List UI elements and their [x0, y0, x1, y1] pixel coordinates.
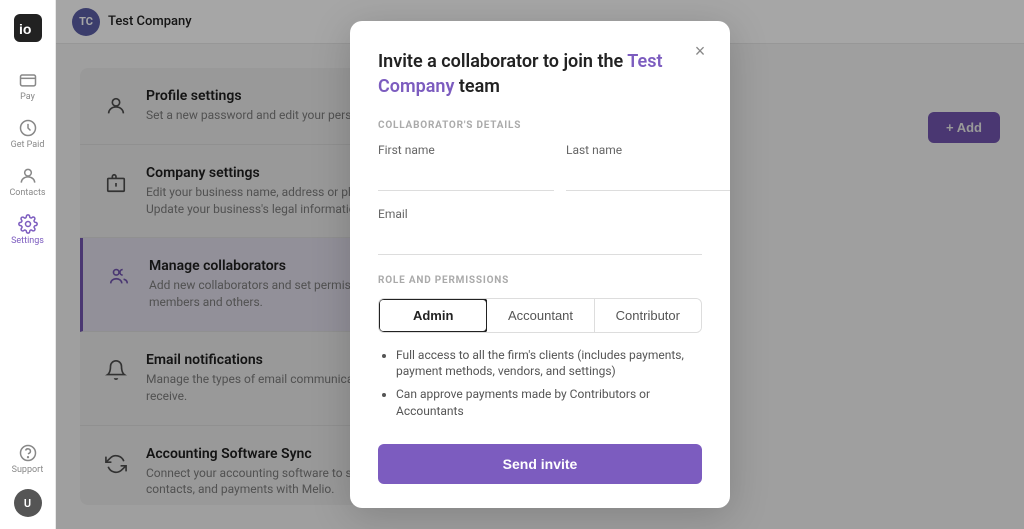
permission-item-0: Full access to all the firm's clients (i…: [396, 347, 702, 381]
invite-collaborator-modal: × Invite a collaborator to join the Test…: [350, 21, 730, 508]
role-accountant-button[interactable]: Accountant: [487, 299, 594, 332]
email-field: Email: [378, 207, 702, 255]
collaborator-details-header: COLLABORATOR'S DETAILS: [378, 120, 702, 131]
role-section: ROLE AND PERMISSIONS Admin Accountant Co…: [378, 275, 702, 420]
main-content: TC Test Company Profile settings Set a n…: [56, 0, 1024, 529]
sidebar-bottom: Support U: [4, 437, 52, 529]
app-logo: io: [12, 12, 44, 44]
first-name-field: First name: [378, 143, 554, 191]
email-input[interactable]: [378, 227, 702, 255]
user-avatar[interactable]: U: [14, 489, 42, 517]
last-name-field: Last name: [566, 143, 730, 191]
role-admin-button[interactable]: Admin: [378, 298, 488, 333]
role-contributor-button[interactable]: Contributor: [595, 299, 701, 332]
permissions-list: Full access to all the firm's clients (i…: [378, 347, 702, 420]
first-name-label: First name: [378, 143, 554, 157]
sidebar-item-support[interactable]: Support: [4, 437, 52, 481]
name-row: First name Last name: [378, 143, 702, 191]
send-invite-button[interactable]: Send invite: [378, 444, 702, 484]
role-permissions-header: ROLE AND PERMISSIONS: [378, 275, 702, 286]
last-name-label: Last name: [566, 143, 730, 157]
modal-title: Invite a collaborator to join the Test C…: [378, 49, 702, 99]
svg-text:io: io: [19, 21, 31, 37]
sidebar-item-get-paid[interactable]: Get Paid: [4, 112, 52, 156]
sidebar-item-settings[interactable]: Settings: [4, 208, 52, 252]
modal-overlay: × Invite a collaborator to join the Test…: [56, 0, 1024, 529]
first-name-input[interactable]: [378, 163, 554, 191]
role-buttons-group: Admin Accountant Contributor: [378, 298, 702, 333]
email-label: Email: [378, 207, 702, 221]
sidebar-item-contacts[interactable]: Contacts: [4, 160, 52, 204]
sidebar-item-pay[interactable]: Pay: [4, 64, 52, 108]
last-name-input[interactable]: [566, 163, 730, 191]
permission-item-1: Can approve payments made by Contributor…: [396, 386, 702, 420]
email-row: Email: [378, 207, 702, 255]
sidebar: io Pay Get Paid Contacts Settings: [0, 0, 56, 529]
modal-close-button[interactable]: ×: [686, 37, 714, 65]
